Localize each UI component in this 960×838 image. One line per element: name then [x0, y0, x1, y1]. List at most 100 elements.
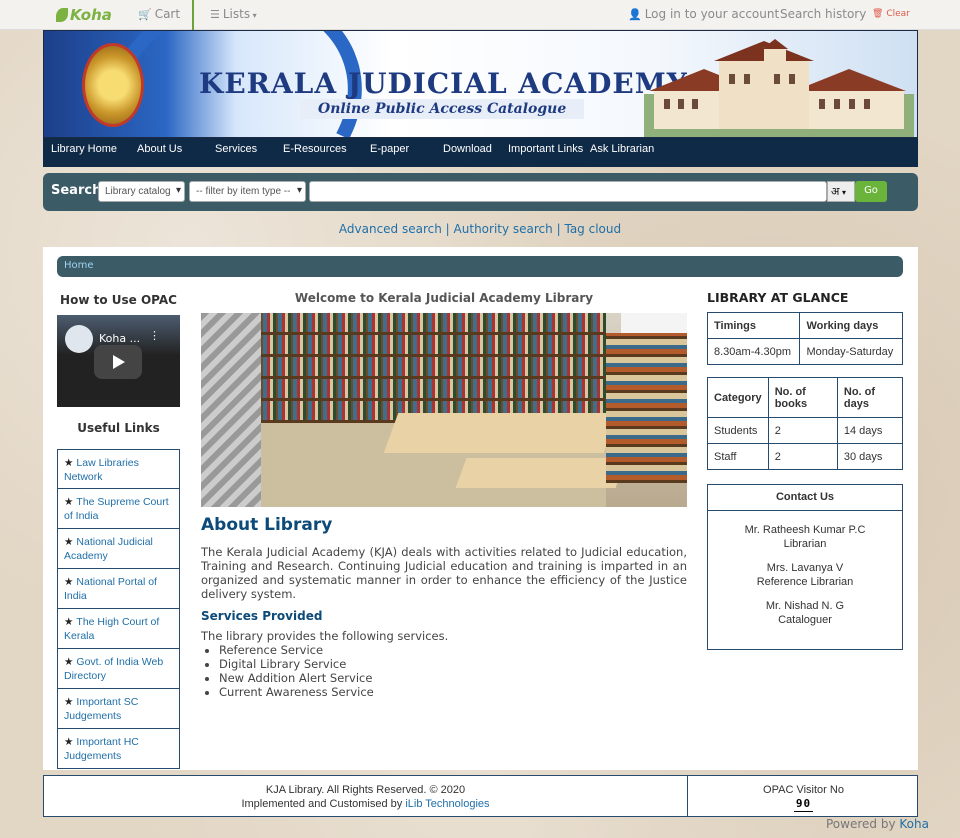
star-icon: ★: [64, 496, 74, 508]
koha-link[interactable]: Koha: [899, 817, 929, 831]
useful-link-label: The Supreme Court of India: [64, 496, 169, 522]
useful-link-label: Important HC Judgements: [64, 736, 139, 762]
contact-role: Librarian: [783, 538, 827, 550]
menu-item-services[interactable]: Services: [215, 143, 257, 155]
useful-link-national-judicial-academy[interactable]: ★ National Judicial Academy: [57, 529, 180, 569]
useful-link-label: Important SC Judgements: [64, 696, 139, 722]
table-header: Working days: [799, 312, 903, 339]
services-intro: The library provides the following servi…: [201, 629, 449, 643]
contact-box: Contact Us Mr. Ratheesh Kumar P.C Librari…: [707, 484, 903, 650]
star-icon: ★: [64, 457, 74, 469]
implemented-text: Implemented and Customised by: [241, 798, 403, 810]
useful-link-label: Govt. of India Web Directory: [64, 656, 164, 682]
star-icon: ★: [64, 696, 74, 708]
useful-link-label: The High Court of Kerala: [64, 616, 160, 642]
breadcrumb-home-link[interactable]: Home: [64, 260, 94, 271]
contact-person: Mr. Ratheesh Kumar P.C Librarian: [708, 523, 902, 551]
navbar-divider: [192, 0, 194, 30]
powered-by: Powered by Koha: [826, 817, 929, 831]
go-button[interactable]: Go: [855, 181, 887, 202]
video-channel-icon: [65, 325, 93, 353]
service-item: Reference Service: [219, 643, 687, 657]
right-sidebar: LIBRARY AT GLANCE Timings Working days 8.…: [706, 290, 904, 650]
powered-text: Powered by: [826, 817, 896, 831]
table-cell: Students: [707, 417, 769, 444]
main-panel: Home How to Use OPAC Koha ... ⋮ Useful L…: [43, 247, 918, 770]
cart-icon: 🛒: [138, 8, 152, 21]
menu-item-library-home[interactable]: Library Home: [51, 143, 117, 155]
koha-logo[interactable]: Koha: [56, 6, 112, 24]
lists-dropdown[interactable]: ☰ Lists ▾: [210, 7, 257, 21]
search-input[interactable]: [309, 181, 827, 202]
table-cell: 30 days: [836, 443, 904, 470]
star-icon: ★: [64, 536, 74, 548]
menu-item-about-us[interactable]: About Us: [137, 143, 182, 155]
login-label: Log in to your account: [644, 7, 780, 21]
table-header: No. of days: [836, 377, 904, 418]
table-cell: Monday-Saturday: [799, 338, 903, 365]
authority-search-link[interactable]: Authority search: [454, 222, 553, 236]
menu-item-e-paper[interactable]: E-paper: [370, 143, 409, 155]
main-content: Welcome to Kerala Judicial Academy Libra…: [201, 291, 687, 699]
menu-item-download[interactable]: Download: [443, 143, 492, 155]
services-heading: Services Provided: [201, 609, 323, 623]
visitor-counter: 90: [793, 797, 814, 812]
useful-link-law-libraries[interactable]: ★ Law Libraries Network: [57, 449, 180, 489]
about-text: The Kerala Judicial Academy (KJA) deals …: [201, 545, 687, 601]
breadcrumb: Home: [57, 256, 903, 277]
play-button-icon[interactable]: [94, 345, 142, 379]
service-item: Current Awareness Service: [219, 685, 687, 699]
loan-table: Category No. of books No. of days Students…: [707, 377, 904, 470]
login-link[interactable]: 👤 Log in to your account: [628, 7, 779, 21]
useful-link-govt-web-directory[interactable]: ★ Govt. of India Web Directory: [57, 649, 180, 689]
clear-history-link[interactable]: 🗑 Clear: [872, 9, 910, 19]
search-label: Search: [51, 183, 102, 198]
star-icon: ★: [64, 616, 74, 628]
item-type-filter-select[interactable]: -- filter by item type --: [189, 181, 306, 202]
useful-link-label: Law Libraries Network: [64, 457, 139, 483]
left-sidebar: How to Use OPAC Koha ... ⋮ Useful Links …: [57, 293, 180, 769]
contact-heading: Contact Us: [708, 485, 902, 511]
company-link[interactable]: iLib Technologies: [405, 798, 489, 810]
table-header: Category: [707, 377, 769, 418]
search-history-link[interactable]: Search history: [780, 7, 866, 21]
search-bar: Search Library catalog -- filter by item…: [43, 173, 918, 211]
useful-link-label: National Judicial Academy: [64, 536, 153, 562]
contact-person: Mrs. Lavanya V Reference Librarian: [708, 561, 902, 589]
useful-link-high-court-kerala[interactable]: ★ The High Court of Kerala: [57, 609, 180, 649]
implemented-line: Implemented and Customised by iLib Techn…: [44, 797, 687, 811]
star-icon: ★: [64, 656, 74, 668]
youtube-video-embed[interactable]: Koha ... ⋮: [57, 315, 180, 407]
star-icon: ★: [64, 736, 74, 748]
about-heading: About Library: [201, 515, 333, 535]
useful-link-hc-judgements[interactable]: ★ Important HC Judgements: [57, 729, 180, 769]
trash-icon: 🗑: [872, 9, 884, 19]
useful-link-supreme-court[interactable]: ★ The Supreme Court of India: [57, 489, 180, 529]
useful-link-sc-judgements[interactable]: ★ Important SC Judgements: [57, 689, 180, 729]
academy-building-image: [644, 39, 914, 137]
more-options-icon[interactable]: ⋮: [149, 329, 160, 342]
useful-link-national-portal[interactable]: ★ National Portal of India: [57, 569, 180, 609]
main-menu: Library Home About Us Services E-Resourc…: [43, 138, 918, 167]
advanced-search-link[interactable]: Advanced search: [339, 222, 442, 236]
photo-shelf-lines: [261, 313, 606, 423]
photo-staircase: [201, 313, 261, 507]
koha-logo-text: Koha: [70, 6, 112, 24]
keyboard-language-button[interactable]: अ ▾: [827, 181, 855, 202]
how-to-heading: How to Use OPAC: [60, 293, 177, 307]
banner-subtitle: Online Public Access Catalogue: [300, 99, 585, 119]
menu-item-e-resources[interactable]: E-Resources: [283, 143, 347, 155]
footer-right: OPAC Visitor No 90: [688, 783, 919, 812]
menu-item-ask-librarian[interactable]: Ask Librarian: [590, 143, 654, 155]
table-cell: 2: [767, 417, 838, 444]
table-header: No. of books: [767, 377, 838, 418]
tag-cloud-link[interactable]: Tag cloud: [564, 222, 621, 236]
menu-item-important-links[interactable]: Important Links: [508, 143, 583, 155]
star-icon: ★: [64, 576, 74, 588]
table-cell: 14 days: [836, 417, 904, 444]
footer-left: KJA Library. All Rights Reserved. © 2020…: [44, 783, 687, 811]
cart-button[interactable]: 🛒 Cart: [138, 7, 180, 21]
clear-label: Clear: [886, 9, 910, 19]
user-icon: 👤: [628, 8, 642, 21]
catalog-select[interactable]: Library catalog: [98, 181, 185, 202]
